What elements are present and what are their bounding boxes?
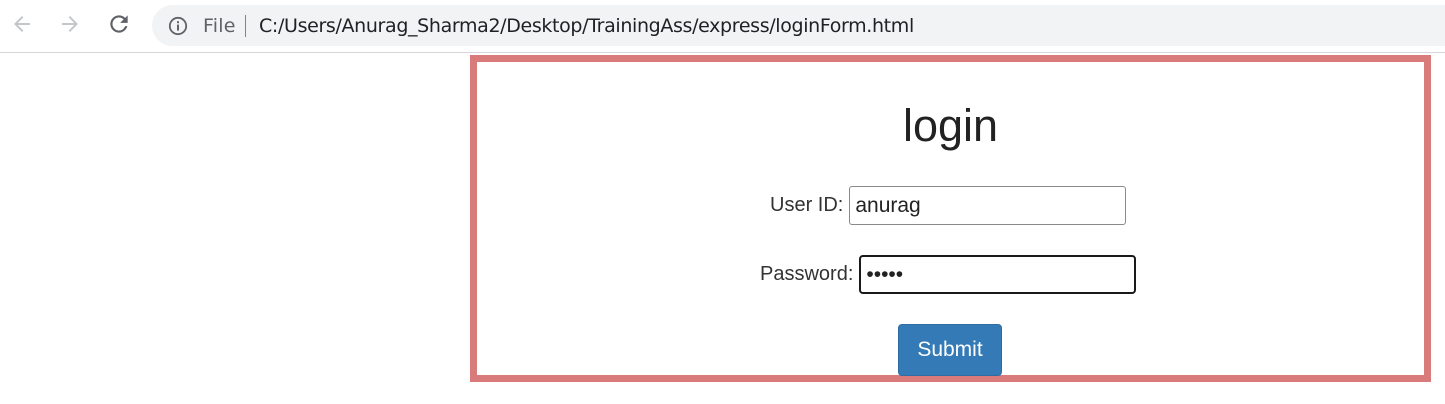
- arrow-right-icon: [62, 16, 78, 32]
- back-button[interactable]: [8, 10, 36, 38]
- submit-button[interactable]: Submit: [898, 324, 1002, 376]
- page-title: login: [902, 100, 999, 151]
- login-form-container: login User ID: Password: Submit: [470, 55, 1431, 382]
- arrow-left-icon: [14, 16, 30, 32]
- address-bar[interactable]: File C:/Users/Anurag_Sharma2/Desktop/Tra…: [152, 5, 1445, 46]
- password-label: Password:: [760, 263, 854, 285]
- reload-button[interactable]: [105, 10, 133, 38]
- password-input[interactable]: [859, 255, 1137, 294]
- info-icon[interactable]: [168, 16, 188, 36]
- user-id-row: User ID:: [770, 186, 1127, 225]
- scheme-label: File: [203, 15, 236, 37]
- browser-toolbar: File C:/Users/Anurag_Sharma2/Desktop/Tra…: [0, 0, 1445, 53]
- forward-button[interactable]: [56, 10, 84, 38]
- password-row: Password:: [760, 255, 1137, 294]
- url-text[interactable]: C:/Users/Anurag_Sharma2/Desktop/Training…: [259, 15, 914, 37]
- user-id-input[interactable]: [849, 186, 1127, 225]
- user-id-label: User ID:: [770, 194, 844, 216]
- reload-icon: [110, 15, 128, 33]
- scheme-divider: [245, 15, 246, 37]
